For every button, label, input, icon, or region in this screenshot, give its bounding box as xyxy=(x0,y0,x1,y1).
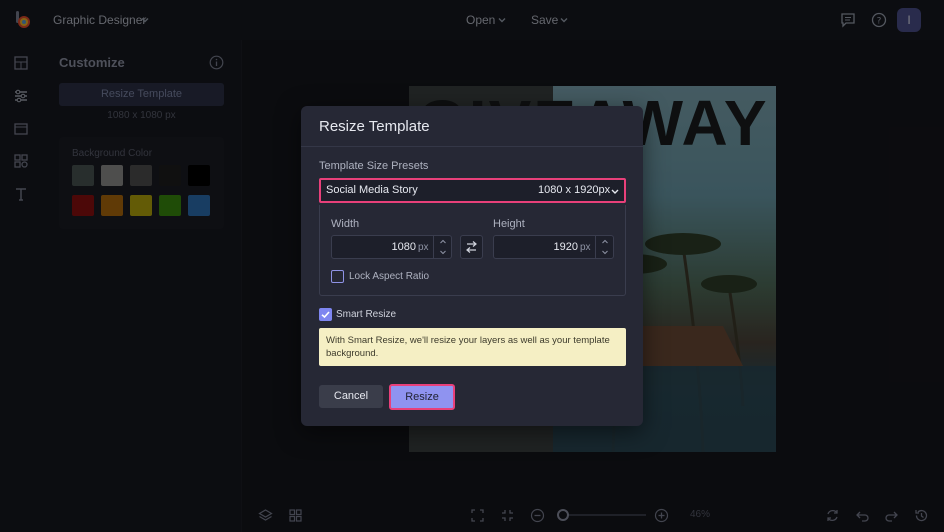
chevron-down-icon[interactable] xyxy=(610,187,620,197)
width-stepper[interactable] xyxy=(433,236,451,258)
smart-resize-checkbox[interactable] xyxy=(319,308,332,321)
swap-dimensions-button[interactable] xyxy=(460,235,483,259)
height-stepper[interactable] xyxy=(595,236,613,258)
smart-resize-note: With Smart Resize, we'll resize your lay… xyxy=(319,328,626,366)
resize-button[interactable]: Resize xyxy=(389,384,455,410)
lock-aspect-checkbox[interactable] xyxy=(331,270,344,283)
width-label: Width xyxy=(331,218,360,230)
width-value[interactable]: 1080 xyxy=(356,241,416,253)
height-unit: px xyxy=(580,242,591,253)
dialog-title: Resize Template xyxy=(319,118,430,135)
preset-size: 1080 x 1920px xyxy=(538,184,611,196)
width-unit: px xyxy=(418,242,429,253)
divider xyxy=(301,146,643,147)
smart-resize-label[interactable]: Smart Resize xyxy=(336,309,396,320)
presets-label: Template Size Presets xyxy=(319,160,429,172)
preset-name: Social Media Story xyxy=(326,184,418,196)
cancel-button[interactable]: Cancel xyxy=(319,385,383,408)
height-label: Height xyxy=(493,218,525,230)
height-value[interactable]: 1920 xyxy=(518,241,578,253)
lock-aspect-label[interactable]: Lock Aspect Ratio xyxy=(349,271,429,282)
